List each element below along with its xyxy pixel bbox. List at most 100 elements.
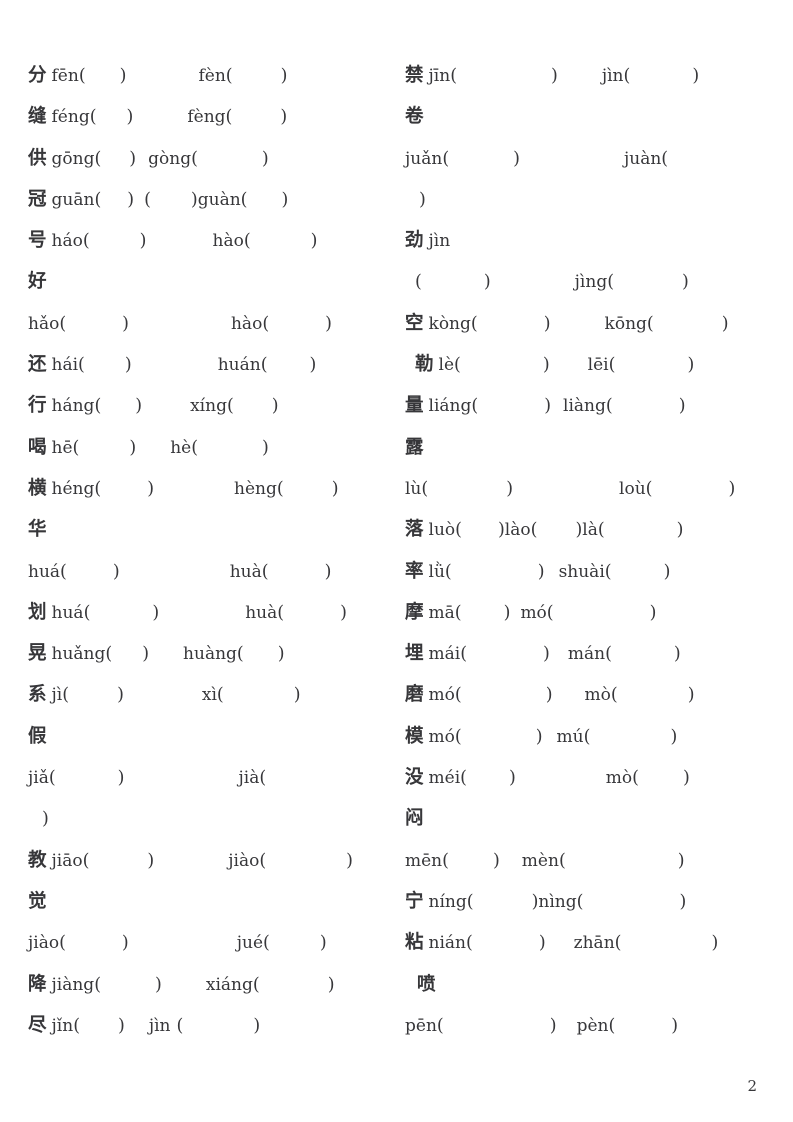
answer-bracket[interactable]: ) — [650, 603, 657, 623]
answer-bracket[interactable]: ( — [455, 727, 462, 747]
answer-bracket[interactable]: ( — [547, 603, 554, 623]
answer-bracket[interactable]: ) — [506, 479, 513, 499]
answer-bracket[interactable]: ) — [117, 685, 124, 705]
answer-bracket[interactable]: ( — [608, 1016, 615, 1036]
answer-bracket[interactable]: ( — [79, 66, 86, 86]
answer-bracket[interactable]: ) — [504, 603, 511, 623]
answer-bracket[interactable]: ) — [692, 66, 699, 86]
answer-bracket[interactable]: ( — [191, 149, 198, 169]
answer-bracket[interactable]: ) — [683, 768, 690, 788]
answer-bracket[interactable]: ) — [539, 933, 546, 953]
answer-bracket[interactable]: ( — [90, 107, 97, 127]
answer-bracket[interactable]: ( — [259, 851, 266, 871]
answer-bracket[interactable]: ) — [679, 892, 686, 912]
answer-bracket[interactable]: ) — [332, 479, 339, 499]
answer-bracket[interactable]: ) — [42, 809, 49, 829]
answer-bracket[interactable]: ( — [605, 644, 612, 664]
answer-bracket[interactable]: ( — [94, 975, 101, 995]
answer-bracket[interactable]: ( — [94, 479, 101, 499]
answer-bracket[interactable]: ( — [94, 190, 101, 210]
answer-bracket[interactable]: ( — [78, 355, 85, 375]
answer-bracket[interactable]: ) — [311, 231, 318, 251]
answer-bracket[interactable]: ( — [624, 66, 631, 86]
answer-bracket[interactable]: ) — [729, 479, 736, 499]
answer-bracket[interactable]: ( — [59, 314, 66, 334]
answer-bracket[interactable]: ( — [611, 685, 618, 705]
answer-bracket[interactable]: ( — [531, 520, 538, 540]
answer-bracket[interactable]: ) — [120, 66, 127, 86]
answer-bracket[interactable]: ( — [460, 644, 467, 664]
answer-bracket[interactable]: ( — [460, 768, 467, 788]
answer-bracket[interactable]: ) — [340, 603, 347, 623]
answer-bracket[interactable]: ) — [147, 479, 154, 499]
answer-bracket[interactable]: ( — [244, 231, 251, 251]
answer-bracket[interactable]: ( — [262, 314, 269, 334]
answer-bracket[interactable]: ) — [129, 149, 136, 169]
answer-bracket[interactable]: ) — [122, 314, 129, 334]
answer-bracket[interactable]: ) — [493, 851, 500, 871]
answer-bracket[interactable]: ) — [272, 396, 279, 416]
answer-bracket[interactable]: ( — [277, 603, 284, 623]
answer-bracket[interactable]: ( — [277, 479, 284, 499]
answer-bracket[interactable]: ( — [661, 149, 668, 169]
answer-bracket[interactable]: ) — [325, 314, 332, 334]
answer-bracket[interactable]: ( — [415, 272, 422, 292]
answer-bracket[interactable]: ( — [606, 396, 613, 416]
answer-bracket[interactable]: ) — [509, 768, 516, 788]
answer-bracket[interactable]: ) — [278, 644, 285, 664]
answer-bracket[interactable]: ( — [454, 355, 461, 375]
answer-bracket[interactable]: ) — [484, 272, 491, 292]
answer-bracket[interactable]: ) — [253, 1016, 260, 1036]
answer-bracket[interactable]: ) — [664, 562, 671, 582]
answer-bracket[interactable]: ( — [177, 1016, 184, 1036]
answer-bracket[interactable]: ( — [455, 603, 462, 623]
answer-bracket[interactable]: ) — [677, 520, 684, 540]
answer-bracket[interactable]: ) — [671, 1016, 678, 1036]
answer-bracket[interactable]: ( — [60, 562, 67, 582]
answer-bracket[interactable]: ) — [155, 975, 162, 995]
answer-bracket[interactable]: ) — [544, 396, 551, 416]
answer-bracket[interactable]: ( — [241, 190, 248, 210]
answer-bracket[interactable]: ( — [83, 851, 90, 871]
answer-bracket[interactable]: ( — [615, 933, 622, 953]
answer-bracket[interactable]: ) — [320, 933, 327, 953]
answer-bracket[interactable]: ) — [419, 190, 426, 210]
answer-bracket[interactable]: ) — [682, 272, 689, 292]
answer-bracket[interactable]: ) — [328, 975, 335, 995]
answer-bracket[interactable]: ( — [559, 851, 566, 871]
answer-bracket[interactable]: ( — [442, 851, 449, 871]
answer-bracket[interactable]: ( — [262, 562, 269, 582]
answer-bracket[interactable]: ( — [437, 1016, 444, 1036]
answer-bracket[interactable]: ) — [687, 355, 694, 375]
answer-bracket[interactable]: ( — [467, 892, 474, 912]
answer-bracket[interactable]: ) — [127, 190, 134, 210]
answer-bracket[interactable]: ( — [647, 314, 654, 334]
answer-bracket[interactable]: ) — [722, 314, 729, 334]
answer-bracket[interactable]: ( — [227, 396, 234, 416]
answer-bracket[interactable]: ) — [125, 355, 132, 375]
answer-bracket[interactable]: ( — [62, 685, 69, 705]
answer-bracket[interactable]: ) — [127, 107, 134, 127]
answer-bracket[interactable]: ( — [83, 231, 90, 251]
answer-bracket[interactable]: ( — [259, 768, 266, 788]
answer-bracket[interactable]: ) — [670, 727, 677, 747]
answer-bracket[interactable]: ( — [263, 933, 270, 953]
answer-bracket[interactable]: ( — [253, 975, 260, 995]
answer-bracket[interactable]: ( — [466, 933, 473, 953]
answer-bracket[interactable]: ) — [711, 933, 718, 953]
answer-bracket[interactable]: ) — [262, 149, 269, 169]
answer-bracket[interactable]: ( — [226, 66, 233, 86]
answer-bracket[interactable]: ) — [513, 149, 520, 169]
answer-bracket[interactable]: ( — [84, 603, 91, 623]
answer-bracket[interactable]: ( — [584, 727, 591, 747]
answer-bracket[interactable]: ( — [445, 562, 452, 582]
answer-bracket[interactable]: ( — [632, 768, 639, 788]
answer-bracket[interactable]: ( — [59, 933, 66, 953]
answer-bracket[interactable]: ( — [73, 438, 80, 458]
answer-bracket[interactable]: ( — [191, 438, 198, 458]
answer-bracket[interactable]: ) — [191, 190, 198, 210]
answer-bracket[interactable]: ( — [226, 107, 233, 127]
answer-bracket[interactable]: ) — [346, 851, 353, 871]
answer-bracket[interactable]: ) — [281, 66, 288, 86]
answer-bracket[interactable]: ) — [118, 1016, 125, 1036]
